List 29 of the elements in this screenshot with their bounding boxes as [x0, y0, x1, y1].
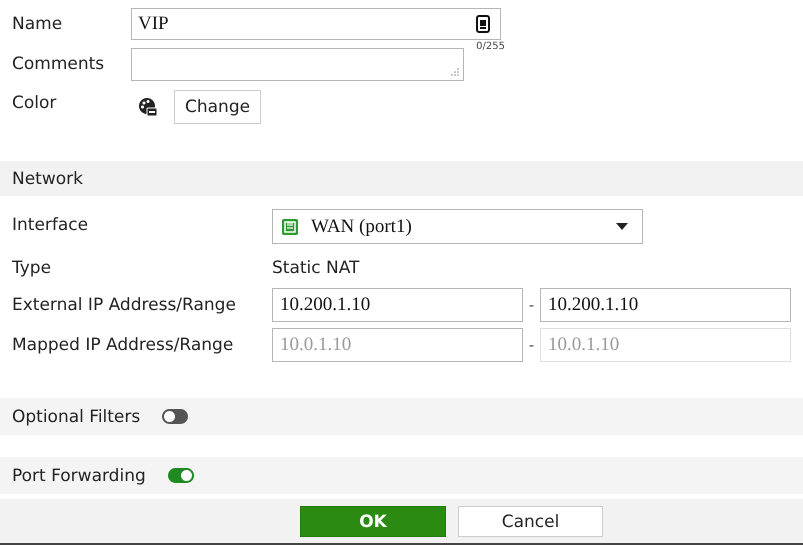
ip-field[interactable]: 10.200.1.10 — [272, 288, 523, 322]
type-value: Static NAT — [272, 257, 360, 280]
interface-dropdown[interactable]: WAN (port1) — [272, 209, 643, 244]
field-label: Comments — [12, 53, 106, 76]
ok-button[interactable]: OK — [300, 506, 446, 537]
range-separator: - — [528, 296, 536, 314]
field-label: Type — [12, 257, 52, 280]
port-icon — [281, 218, 299, 236]
field-label: Name — [12, 13, 64, 36]
field-label: Color — [12, 92, 58, 115]
comments-field[interactable] — [131, 48, 464, 81]
toggle-switch[interactable] — [168, 468, 194, 483]
range-separator: - — [528, 336, 536, 354]
section-title: Port Forwarding — [12, 466, 146, 486]
character-counter: 0/255 — [476, 41, 505, 52]
ip-field[interactable]: 10.200.1.10 — [540, 288, 791, 322]
resize-grip-icon — [451, 68, 459, 76]
cancel-button[interactable]: Cancel — [458, 506, 603, 537]
badge-icon — [476, 15, 490, 33]
section-title: Optional Filters — [12, 406, 140, 426]
change-button[interactable]: Change — [174, 90, 262, 124]
caret-icon — [616, 223, 628, 230]
field-label: Interface — [12, 214, 90, 237]
field-label: Mapped IP Address/Range — [12, 334, 234, 357]
section-title: Network — [12, 168, 83, 188]
field-label: External IP Address/Range — [12, 294, 237, 317]
name-field[interactable]: VIP — [131, 8, 501, 40]
palette-icon — [138, 97, 158, 117]
toggle-switch[interactable] — [162, 409, 188, 424]
